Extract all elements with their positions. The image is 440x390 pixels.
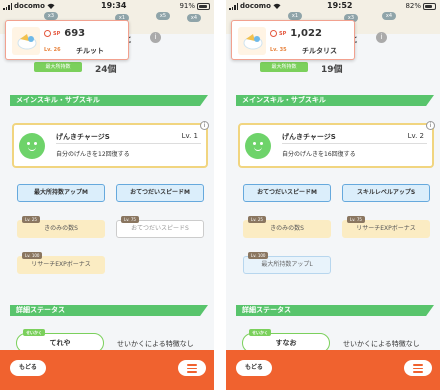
count-badge: x3 — [44, 12, 58, 20]
main-skill-description: 自分のげんきを12回復する — [56, 151, 130, 158]
unlock-level-tag: Lv. 25 — [22, 216, 40, 223]
section-header-status: 詳細ステータス — [10, 305, 208, 316]
pokemon-level: Lv. 35 — [270, 47, 287, 53]
clock: 19:52 — [327, 1, 353, 10]
battery-icon — [423, 2, 436, 10]
pokemon-name: チルタリス — [302, 47, 337, 55]
subskill-button[interactable]: きのみの数S Lv. 25 — [243, 216, 331, 238]
sp-label: SP — [279, 30, 287, 37]
nature-effect: せいかくによる特徴なし — [343, 340, 420, 348]
main-skill-level: Lv. 1 — [181, 132, 198, 140]
count-badge: x4 — [382, 12, 396, 20]
pokemon-image — [12, 27, 40, 55]
signal-icon — [3, 2, 12, 10]
pokemon-name: チルット — [76, 47, 104, 55]
nature-value: てれや — [49, 339, 71, 347]
info-icon[interactable]: i — [200, 121, 209, 130]
info-icon[interactable]: i — [150, 32, 161, 43]
unlock-level-tag: Lv. 100 — [22, 252, 43, 259]
nature-value: すなお — [275, 339, 297, 347]
subskill-button[interactable]: おてつだいスピードM — [243, 184, 331, 202]
battery-percent: 82% — [405, 2, 421, 10]
unlock-level-tag: Lv. 75 — [347, 216, 365, 223]
subskill-label: 最大所持数アップM — [34, 189, 88, 196]
sp-icon — [44, 30, 51, 37]
subskill-button[interactable]: スキルレベルアップS — [342, 184, 430, 202]
skill-face-icon — [19, 133, 45, 159]
section-header-skills: メインスキル・サブスキル — [10, 95, 208, 106]
wifi-icon — [273, 3, 281, 9]
pokemon-sprite-icon — [243, 34, 263, 50]
carrier-label: docomo — [240, 2, 271, 10]
pokemon-card[interactable]: SP 1,022 Lv. 35 チルタリス — [231, 20, 355, 60]
subskill-label: おてつだいスピードS — [131, 225, 189, 232]
info-icon[interactable]: i — [426, 121, 435, 130]
subskill-button[interactable]: きのみの数S Lv. 25 — [17, 216, 105, 238]
back-button[interactable]: もどる — [10, 360, 46, 376]
max-carry-label: 最大所持数 — [34, 62, 82, 72]
subskill-label: おてつだいスピードM — [257, 189, 317, 196]
status-bar: docomo 19:52 82% — [226, 0, 440, 14]
screenshot-right: docomo 19:52 82% x1x3x4 秒ごと i 最大所持数 19個 … — [226, 0, 440, 390]
menu-icon[interactable] — [178, 360, 206, 376]
subskill-button[interactable]: 最大所持数アップM — [17, 184, 105, 202]
count-badge: x5 — [156, 12, 170, 20]
skill-face-icon — [245, 133, 271, 159]
signal-icon — [229, 2, 238, 10]
section-header-skills: メインスキル・サブスキル — [236, 95, 434, 106]
nature-tag: せいかく — [249, 329, 271, 336]
count-badge: x4 — [187, 14, 201, 22]
main-skill-card[interactable]: げんきチャージS Lv. 1 自分のげんきを12回復する i — [12, 121, 209, 168]
bottom-bar: もどる — [0, 350, 214, 390]
subskill-button[interactable]: 最大所持数アップL Lv. 100 — [243, 252, 331, 274]
main-skill-card[interactable]: げんきチャージS Lv. 2 自分のげんきを16回復する i — [238, 121, 435, 168]
subskill-label: きのみの数S — [44, 225, 78, 232]
subskill-label: きのみの数S — [270, 225, 304, 232]
subskill-button[interactable]: おてつだいスピードM — [116, 184, 204, 202]
divider — [56, 143, 201, 144]
subskill-label: リサーチEXPボーナス — [31, 261, 91, 268]
main-skill-name: げんきチャージS — [282, 133, 336, 141]
ingredient-count: 19個 — [321, 65, 343, 75]
menu-icon[interactable] — [404, 360, 432, 376]
section-header-status: 詳細ステータス — [236, 305, 434, 316]
sp-label: SP — [53, 30, 61, 37]
max-carry-label: 最大所持数 — [260, 62, 308, 72]
divider — [282, 143, 427, 144]
info-icon[interactable]: i — [376, 32, 387, 43]
clock: 19:34 — [101, 1, 127, 10]
pokemon-image — [238, 27, 266, 55]
unlock-level-tag: Lv. 25 — [248, 216, 266, 223]
pokemon-card[interactable]: SP 693 Lv. 26 チルット — [5, 20, 129, 60]
wifi-icon — [47, 3, 55, 9]
sp-value: 693 — [64, 28, 86, 39]
battery-icon — [197, 2, 210, 10]
bottom-bar: もどる — [226, 350, 440, 390]
subskill-label: おてつだいスピードM — [130, 189, 190, 196]
subskill-button[interactable]: おてつだいスピードS Lv. 75 — [116, 216, 204, 238]
main-skill-level: Lv. 2 — [407, 132, 424, 140]
carrier-label: docomo — [14, 2, 45, 10]
unlock-level-tag: Lv. 75 — [121, 216, 139, 223]
subskill-button[interactable]: リサーチEXPボーナス Lv. 100 — [17, 252, 105, 274]
screenshot-left: docomo 19:34 91% x3x1x5x4 秒ごと i 最大所持数 24… — [0, 0, 214, 390]
count-badge: x1 — [288, 12, 302, 20]
subskill-label: 最大所持数アップL — [261, 261, 313, 268]
battery-percent: 91% — [179, 2, 195, 10]
back-button[interactable]: もどる — [236, 360, 272, 376]
nature-effect: せいかくによる特徴なし — [117, 340, 194, 348]
unlock-level-tag: Lv. 100 — [248, 252, 269, 259]
ingredient-count: 24個 — [95, 65, 117, 75]
sp-value: 1,022 — [290, 28, 322, 39]
subskill-label: リサーチEXPボーナス — [356, 225, 416, 232]
main-skill-description: 自分のげんきを16回復する — [282, 151, 356, 158]
sp-icon — [270, 30, 277, 37]
nature-tag: せいかく — [23, 329, 45, 336]
subskill-label: スキルレベルアップS — [356, 189, 416, 196]
pokemon-sprite-icon — [17, 34, 37, 50]
pokemon-level: Lv. 26 — [44, 47, 61, 53]
main-skill-name: げんきチャージS — [56, 133, 110, 141]
subskill-button[interactable]: リサーチEXPボーナス Lv. 75 — [342, 216, 430, 238]
status-bar: docomo 19:34 91% — [0, 0, 214, 14]
